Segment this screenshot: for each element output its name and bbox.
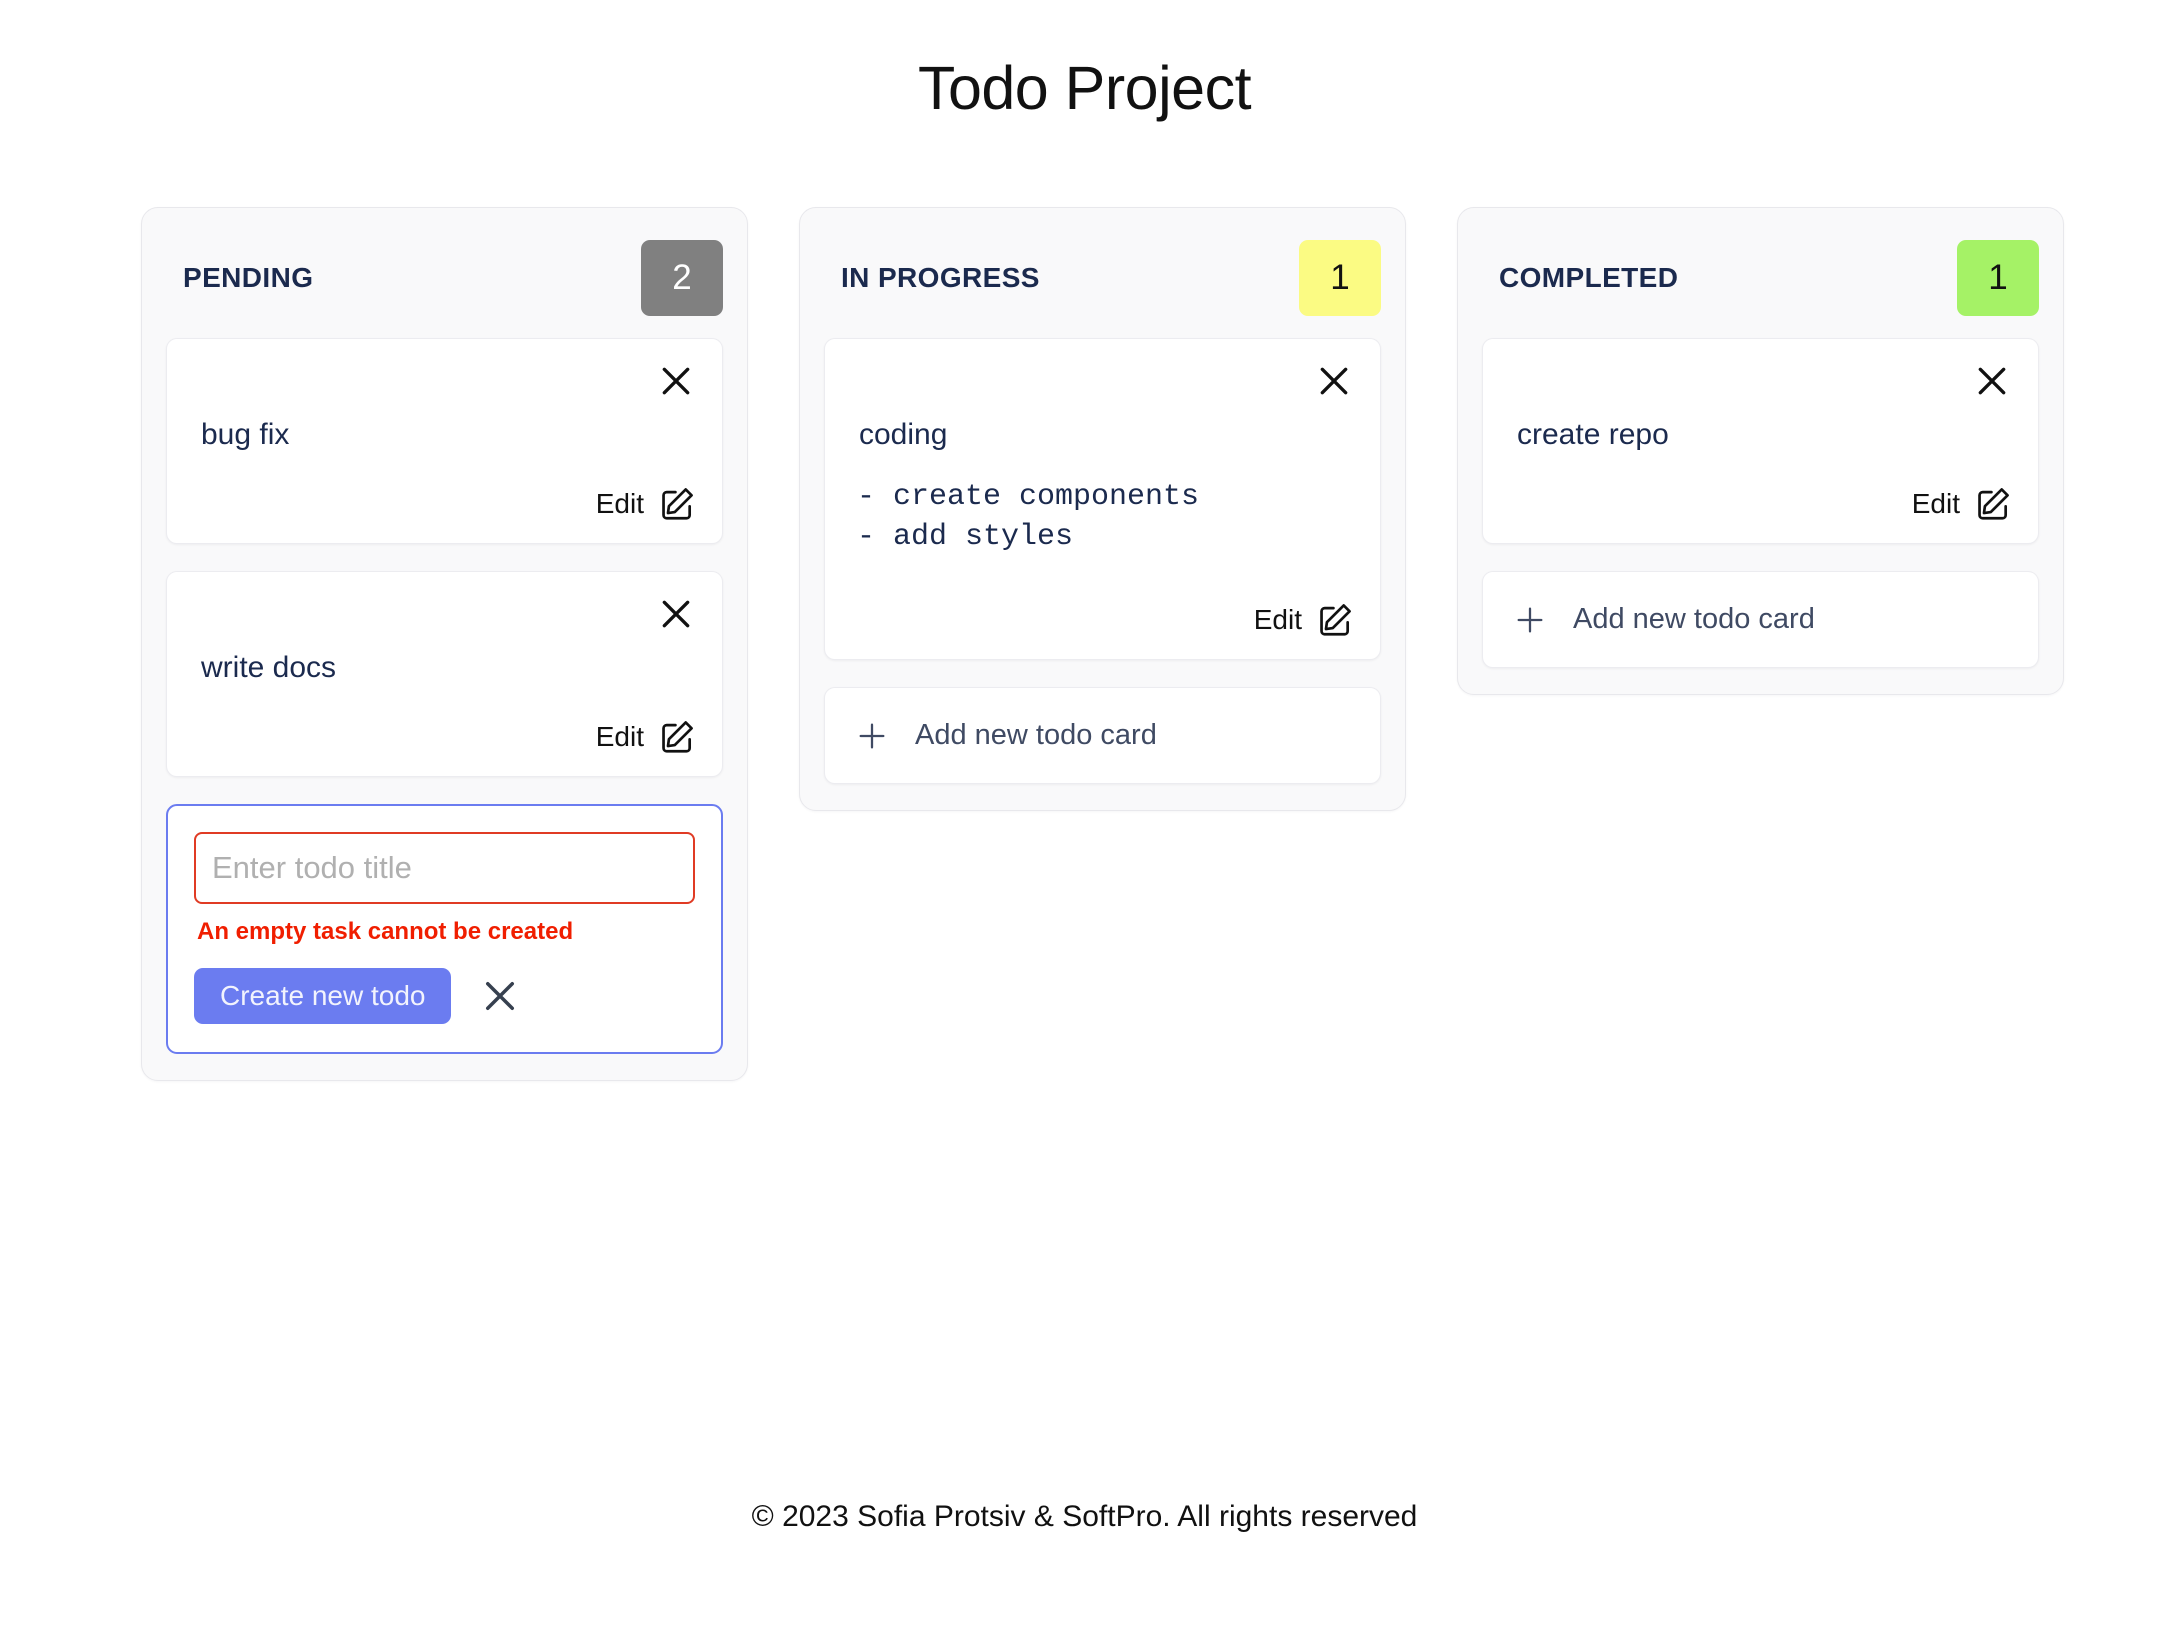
edit-label[interactable]: Edit: [1912, 488, 1960, 520]
todo-card[interactable]: write docs Edit: [166, 571, 723, 778]
column-pending: PENDING 2 bug fix Edit write docs Edit An empt…: [141, 207, 748, 1082]
close-icon[interactable]: [656, 361, 696, 401]
footer-copyright: © 2023 Sofia Protsiv & SoftPro. All righ…: [751, 1500, 1418, 1533]
form-error-message: An empty task cannot be created: [197, 918, 574, 946]
todo-card-footer: Edit: [193, 471, 696, 523]
app-root: Todo Project PENDING 2 bug fix Edit write do…: [0, 0, 2169, 1633]
column-count-badge: 1: [1299, 240, 1381, 317]
column-completed: COMPLETED 1 create repo Edit Add new todo ca…: [1457, 207, 2064, 696]
column-count-badge: 2: [641, 240, 723, 317]
new-todo-form: An empty task cannot be created Create ne…: [166, 804, 723, 1055]
column-in-progress: IN PROGRESS 1 coding - create components - …: [799, 207, 1406, 812]
add-new-todo-card-label: Add new todo card: [1573, 603, 1815, 636]
close-icon[interactable]: [1972, 361, 2012, 401]
todo-card-title: bug fix: [201, 418, 290, 452]
todo-card-title: write docs: [201, 651, 337, 685]
add-new-todo-card-button[interactable]: Add new todo card: [1482, 571, 2039, 669]
column-count-badge: 1: [1957, 240, 2039, 317]
column-header: COMPLETED 1: [1482, 232, 2039, 338]
form-actions: Create new todo: [194, 946, 695, 1025]
todo-card-footer: Edit: [193, 704, 696, 756]
plus-icon: [1513, 603, 1547, 637]
todo-card[interactable]: bug fix Edit: [166, 338, 723, 545]
todo-card-title: coding: [859, 418, 948, 452]
todo-card[interactable]: create repo Edit: [1482, 338, 2039, 545]
create-new-todo-button[interactable]: Create new todo: [194, 968, 452, 1025]
todo-card-title: create repo: [1517, 418, 1669, 452]
todo-title-input[interactable]: [194, 832, 695, 905]
add-new-todo-card-button[interactable]: Add new todo card: [824, 687, 1381, 785]
column-header: PENDING 2: [166, 232, 723, 338]
todo-card-footer: Edit: [1509, 471, 2012, 523]
close-icon[interactable]: [1314, 361, 1354, 401]
todo-card-footer: Edit: [851, 587, 1354, 639]
edit-label[interactable]: Edit: [1254, 604, 1302, 636]
edit-pencil-icon[interactable]: [1316, 601, 1354, 639]
column-title: COMPLETED: [1499, 262, 1679, 294]
cancel-form-close-icon[interactable]: [479, 975, 521, 1017]
close-icon[interactable]: [656, 594, 696, 634]
edit-label[interactable]: Edit: [596, 721, 644, 753]
todo-card-description[interactable]: - create components - add styles: [857, 478, 1354, 574]
column-title: PENDING: [183, 262, 314, 294]
edit-pencil-icon[interactable]: [658, 485, 696, 523]
column-header: IN PROGRESS 1: [824, 232, 1381, 338]
add-new-todo-card-label: Add new todo card: [915, 719, 1157, 752]
todo-card[interactable]: coding - create components - add styles Ed…: [824, 338, 1381, 661]
edit-pencil-icon[interactable]: [1974, 485, 2012, 523]
kanban-board: PENDING 2 bug fix Edit write docs Edit An empt…: [0, 125, 2169, 1082]
plus-icon: [855, 719, 889, 753]
edit-label[interactable]: Edit: [596, 488, 644, 520]
column-title: IN PROGRESS: [841, 262, 1040, 294]
page-title: Todo Project: [917, 54, 1252, 122]
edit-pencil-icon[interactable]: [658, 718, 696, 756]
